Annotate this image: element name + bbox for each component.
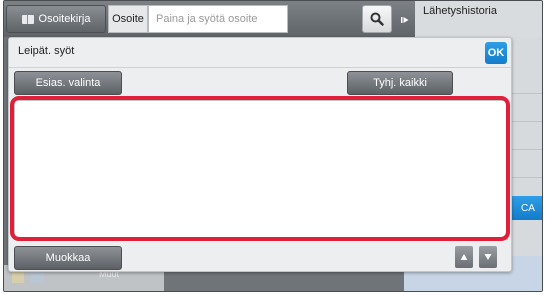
address-book-label: Osoitekirja	[38, 13, 91, 25]
clear-all-button[interactable]: Tyhj. kaikki	[347, 71, 453, 95]
send-history-panel[interactable]: Lähetyshistoria	[415, 1, 542, 37]
history-toggle-button[interactable]	[397, 9, 413, 31]
preset-select-button[interactable]: Esias. valinta	[14, 71, 122, 95]
arrow-down-icon	[484, 254, 492, 260]
body-text-dialog: Leipät. syöt OK Esias. valinta Tyhj. kai…	[8, 37, 512, 272]
dialog-title: Leipät. syöt	[18, 45, 75, 57]
ca-button[interactable]: CA	[512, 196, 542, 220]
address-label: Osoite	[108, 5, 148, 33]
arrow-up-icon	[460, 254, 468, 260]
search-icon	[370, 12, 384, 26]
edit-button[interactable]: Muokkaa	[14, 246, 122, 270]
address-book-button[interactable]: Osoitekirja	[6, 5, 106, 33]
dialog-divider	[9, 67, 511, 68]
scroll-down-button[interactable]	[479, 246, 497, 268]
address-input[interactable]: Paina ja syötä osoite	[148, 5, 288, 33]
search-button[interactable]	[362, 5, 392, 33]
address-book-icon	[21, 14, 34, 24]
device-screen: Osoitekirja Osoite Paina ja syötä osoite…	[3, 0, 543, 292]
play-arrow-icon	[401, 17, 409, 23]
body-text-area[interactable]	[14, 100, 508, 240]
scroll-up-button[interactable]	[455, 246, 473, 268]
ok-button[interactable]: OK	[485, 42, 507, 64]
